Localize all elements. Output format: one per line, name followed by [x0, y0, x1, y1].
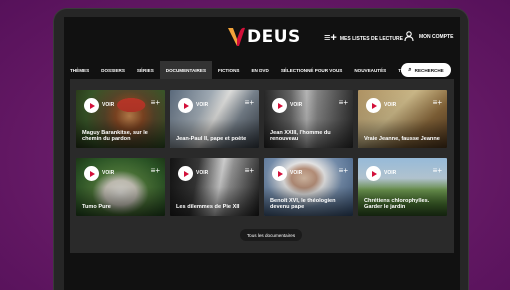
search-label: RECHERCHE	[414, 67, 444, 73]
video-card[interactable]: VOIR ≡+ Benoît XVI, le théologien devenu…	[264, 158, 353, 216]
all-documentaries-button[interactable]: Tous les documentaires	[240, 229, 302, 241]
add-to-list-icon[interactable]: ≡+	[151, 99, 160, 107]
user-icon	[404, 31, 414, 43]
site-header: DEUS ≡+ MES LISTES DE LECTURE MON COMPTE	[64, 17, 460, 57]
search-icon: ⌕	[408, 66, 412, 73]
card-title: Benoît XVI, le théologien devenu pape	[270, 197, 336, 211]
card-title: Jean-Paul II, pape et poète	[176, 136, 247, 143]
add-to-list-icon[interactable]: ≡+	[245, 167, 254, 175]
documentaries-grid: VOIR ≡+ Maguy Barankitse, sur le chemin …	[70, 79, 454, 253]
main-nav: THÈMES DOSSIERS SÉRIES DOCUMENTAIRES FIC…	[64, 61, 460, 79]
video-card[interactable]: VOIR ≡+ Les dilemmes de Pie XII	[170, 158, 259, 216]
nav-item-themes[interactable]: THÈMES	[64, 61, 95, 79]
video-card[interactable]: VOIR ≡+ Jean-Paul II, pape et poète	[170, 90, 259, 148]
play-icon[interactable]	[366, 166, 381, 181]
reading-lists-link[interactable]: ≡+ MES LISTES DE LECTURE	[324, 33, 403, 44]
nav-item-selection[interactable]: SÉLECTIONNÉ POUR VOUS	[275, 61, 349, 79]
play-icon[interactable]	[84, 166, 99, 181]
video-card[interactable]: VOIR ≡+ Jean XXIII, l'homme du renouveau	[264, 90, 353, 148]
video-card[interactable]: VOIR ≡+ Maguy Barankitse, sur le chemin …	[76, 90, 165, 148]
video-card[interactable]: VOIR ≡+ Tumo Pure	[76, 158, 165, 216]
play-icon[interactable]	[366, 98, 381, 113]
watch-label: VOIR	[290, 102, 303, 108]
card-title: Chrétiens chlorophylles. Garder le jardi…	[364, 197, 430, 211]
laptop-frame: DEUS ≡+ MES LISTES DE LECTURE MON COMPTE…	[53, 8, 469, 290]
search-button[interactable]: ⌕ RECHERCHE	[401, 63, 451, 77]
add-to-list-icon[interactable]: ≡+	[433, 167, 442, 175]
screen: DEUS ≡+ MES LISTES DE LECTURE MON COMPTE…	[64, 17, 460, 290]
nav-item-nouveautes[interactable]: NOUVEAUTÉS	[348, 61, 392, 79]
watch-label: VOIR	[102, 170, 115, 176]
watch-label: VOIR	[384, 170, 397, 176]
reading-lists-label: MES LISTES DE LECTURE	[339, 35, 403, 42]
add-to-list-icon[interactable]: ≡+	[339, 167, 348, 175]
play-icon[interactable]	[178, 166, 193, 181]
nav-item-series[interactable]: SÉRIES	[131, 61, 160, 79]
nav-item-dossiers[interactable]: DOSSIERS	[95, 61, 131, 79]
add-to-list-icon[interactable]: ≡+	[339, 99, 348, 107]
card-title: Jean XXIII, l'homme du renouveau	[270, 129, 331, 143]
watch-label: VOIR	[102, 102, 115, 108]
watch-label: VOIR	[290, 170, 303, 176]
watch-label: VOIR	[384, 102, 397, 108]
video-card[interactable]: VOIR ≡+ Chrétiens chlorophylles. Garder …	[358, 158, 447, 216]
play-icon[interactable]	[84, 98, 99, 113]
watch-label: VOIR	[196, 102, 209, 108]
card-title: Vraie Jeanne, fausse Jeanne	[364, 136, 440, 143]
play-icon[interactable]	[272, 98, 287, 113]
logo-v-icon	[227, 27, 245, 47]
logo-text: DEUS	[247, 27, 301, 47]
logo[interactable]: DEUS	[227, 25, 301, 49]
add-to-list-icon[interactable]: ≡+	[151, 167, 160, 175]
playlist-add-icon: ≡+	[324, 32, 337, 44]
play-icon[interactable]	[178, 98, 193, 113]
video-card[interactable]: VOIR ≡+ Vraie Jeanne, fausse Jeanne	[358, 90, 447, 148]
account-link[interactable]: MON COMPTE	[404, 31, 453, 43]
card-title: Les dilemmes de Pie XII	[176, 204, 240, 211]
watch-label: VOIR	[196, 170, 209, 176]
nav-item-fictions[interactable]: FICTIONS	[212, 61, 245, 79]
nav-item-en-dvd[interactable]: EN DVD	[245, 61, 274, 79]
account-label: MON COMPTE	[419, 34, 454, 40]
play-icon[interactable]	[272, 166, 287, 181]
card-title: Maguy Barankitse, sur le chemin du pardo…	[82, 129, 148, 143]
add-to-list-icon[interactable]: ≡+	[245, 99, 254, 107]
add-to-list-icon[interactable]: ≡+	[433, 99, 442, 107]
card-title: Tumo Pure	[82, 204, 111, 211]
